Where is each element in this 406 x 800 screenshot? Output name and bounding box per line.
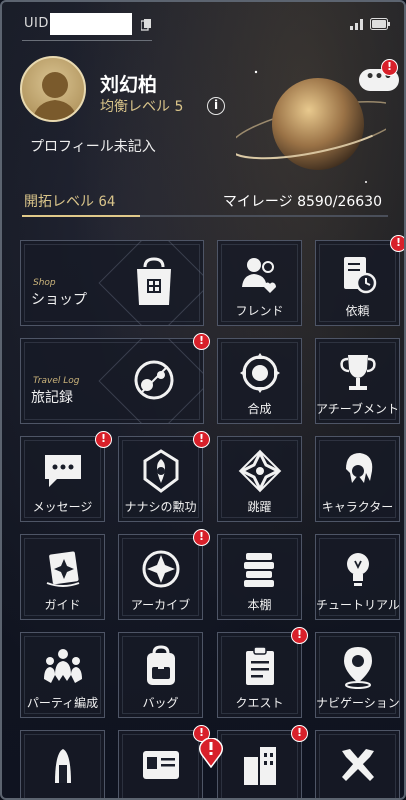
bookshelf-label: 本棚: [247, 598, 272, 612]
travel-log-tile[interactable]: Travel Log 旅記録: [20, 338, 204, 424]
clipboard-icon: [245, 646, 274, 685]
shop-subtitle: Shop: [33, 278, 56, 288]
archive-icon: [142, 550, 179, 588]
equilibrium-level: 均衡レベル 5: [100, 99, 184, 115]
commission-alert-badge: !: [390, 235, 404, 252]
bag-label: バッグ: [142, 696, 179, 710]
battery-icon: [370, 18, 390, 30]
uid-label: UID: [24, 16, 49, 31]
quest-label: クエスト: [235, 696, 284, 710]
commission-label: 依頼: [345, 304, 370, 318]
uid-underline: [22, 40, 152, 41]
friends-icon: [241, 258, 276, 293]
shop-label: ショップ: [31, 292, 87, 308]
partial-tile-2[interactable]: [118, 730, 203, 798]
figure-icon: [54, 749, 71, 783]
commission-icon: [343, 257, 376, 294]
mileage-progress-fill: [22, 215, 141, 217]
friends-tile[interactable]: フレンド: [217, 240, 302, 326]
alert-badge: !: [381, 59, 398, 76]
character-tile[interactable]: キャラクター: [315, 436, 400, 522]
travel-log-label: 旅記録: [31, 390, 73, 406]
travel-log-alert-badge: !: [193, 333, 210, 350]
alert-pin-icon[interactable]: [198, 738, 224, 768]
mileage-value: 8590/26630: [297, 194, 382, 210]
copy-icon[interactable]: [141, 19, 151, 31]
friends-label: フレンド: [235, 304, 284, 318]
crossed-tools-icon: [341, 749, 374, 781]
shop-tile[interactable]: Shop ショップ: [20, 240, 204, 326]
mileage-progress-bar: [22, 215, 388, 217]
achievement-tile[interactable]: アチーブメント: [315, 338, 400, 424]
message-alert-badge: !: [95, 431, 112, 448]
trailblaze-level-text: 開拓レベル: [24, 194, 94, 210]
guide-tile[interactable]: ガイド: [20, 534, 105, 620]
mileage-text: マイレージ: [222, 194, 293, 210]
navigation-tile[interactable]: ナビゲーション: [315, 632, 400, 718]
warp-label: 跳躍: [247, 500, 272, 514]
synthesis-tile[interactable]: 合成: [217, 338, 302, 424]
signal-icon: [350, 19, 363, 30]
quest-tile[interactable]: クエスト: [217, 632, 302, 718]
bookshelf-tile[interactable]: 本棚: [217, 534, 302, 620]
synthesis-icon: [239, 353, 280, 393]
synthesis-label: 合成: [247, 402, 272, 416]
partial-tile-3[interactable]: [217, 730, 302, 798]
warp-star-icon: [238, 449, 281, 493]
avatar-silhouette-icon: [32, 72, 78, 120]
achievement-label: アチーブメント: [316, 402, 400, 416]
navigation-pin-icon: [343, 647, 372, 689]
guide-icon: [46, 551, 79, 587]
info-icon[interactable]: i: [207, 97, 225, 115]
nameless-honor-alert-badge: !: [193, 431, 210, 448]
id-card-icon: [142, 751, 179, 779]
archive-alert-badge: !: [193, 529, 210, 546]
party-setup-tile[interactable]: パーティ編成: [20, 632, 105, 718]
tutorial-tile[interactable]: チュートリアル: [315, 534, 400, 620]
character-icon: [345, 453, 372, 483]
bag-tile[interactable]: バッグ: [118, 632, 203, 718]
partial-tile-1[interactable]: [20, 730, 105, 798]
buildings-icon: [243, 747, 276, 785]
uid-redacted-box: [50, 13, 132, 35]
message-label: メッセージ: [32, 500, 93, 514]
status-bar: UID: [2, 2, 404, 42]
player-name: 刘幻柏: [100, 74, 158, 96]
books-icon: [243, 553, 274, 587]
party-icon: [43, 649, 82, 683]
trailblaze-level-value: 64: [98, 194, 116, 210]
character-label: キャラクター: [321, 500, 394, 514]
navigation-label: ナビゲーション: [316, 696, 400, 710]
backpack-icon: [146, 645, 175, 685]
tutorial-label: チュートリアル: [316, 598, 400, 612]
warp-tile[interactable]: 跳躍: [217, 436, 302, 522]
player-avatar[interactable]: [20, 56, 86, 122]
travel-log-subtitle: Travel Log: [33, 376, 80, 386]
trailblaze-level-label: 開拓レベル 64: [24, 191, 115, 211]
partial-tile-3-alert-badge: !: [291, 725, 308, 742]
guide-label: ガイド: [44, 598, 81, 612]
phone-menu-panel: UID 刘幻柏 均衡レベル 5 i ••• ! プロフィール未記入 開拓レベル …: [0, 0, 406, 800]
archive-tile[interactable]: アーカイブ: [118, 534, 203, 620]
archive-label: アーカイブ: [130, 598, 191, 612]
party-setup-label: パーティ編成: [26, 696, 99, 710]
nameless-honor-tile[interactable]: ナナシの勲功: [118, 436, 203, 522]
partial-tile-4[interactable]: [315, 730, 400, 798]
commission-tile[interactable]: 依頼: [315, 240, 400, 326]
nameless-honor-icon: [143, 449, 178, 493]
chat-bubble-icon: [44, 455, 81, 487]
mileage-label: マイレージ 8590/26630: [223, 191, 382, 211]
lightbulb-icon: [346, 553, 369, 586]
nameless-honor-label: ナナシの勲功: [124, 500, 197, 514]
message-tile[interactable]: メッセージ: [20, 436, 105, 522]
quest-alert-badge: !: [291, 627, 308, 644]
profile-description[interactable]: プロフィール未記入: [30, 136, 156, 156]
trophy-icon: [339, 355, 376, 390]
